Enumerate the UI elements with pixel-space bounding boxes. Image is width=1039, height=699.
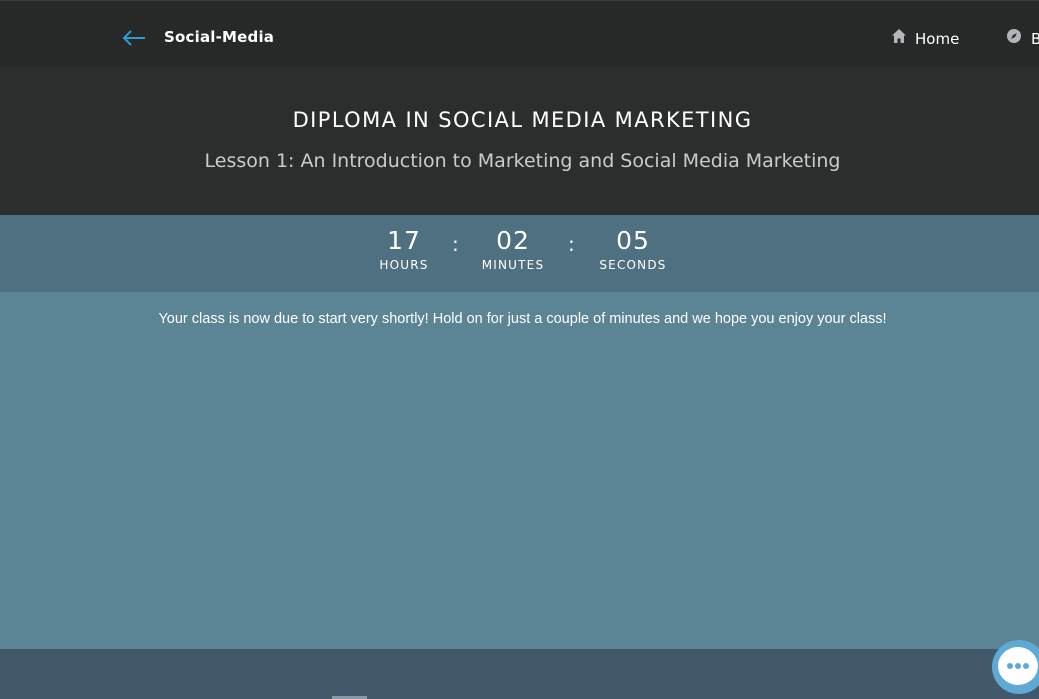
countdown-separator: : — [568, 232, 575, 256]
countdown-seconds: 05 SECONDS — [594, 226, 672, 273]
home-icon — [891, 28, 907, 49]
countdown-hours: 17 HOURS — [373, 226, 435, 273]
countdown-timer: 17 HOURS : 02 MINUTES : 05 SECONDS — [0, 215, 1039, 292]
nav-home-label: Home — [915, 29, 960, 48]
compass-icon — [1006, 28, 1022, 49]
seconds-value: 05 — [616, 226, 650, 255]
hours-label: HOURS — [379, 258, 429, 272]
countdown-separator: : — [452, 232, 459, 256]
brand-title[interactable]: Social-Media — [164, 28, 274, 46]
class-content-area: Your class is now due to start very shor… — [0, 292, 1039, 649]
nav-browse-link[interactable]: B — [1006, 28, 1039, 49]
course-title: DIPLOMA IN SOCIAL MEDIA MARKETING — [292, 108, 753, 132]
minutes-value: 02 — [496, 226, 530, 255]
footer-bar — [0, 649, 1039, 699]
course-header: DIPLOMA IN SOCIAL MEDIA MARKETING Lesson… — [0, 67, 1039, 215]
nav-browse-label: B — [1031, 29, 1039, 48]
lesson-title: Lesson 1: An Introduction to Marketing a… — [204, 150, 841, 172]
minutes-label: MINUTES — [481, 258, 545, 272]
top-navbar: Social-Media Home B — [0, 0, 1039, 67]
chat-button[interactable] — [992, 640, 1039, 694]
nav-home-link[interactable]: Home — [891, 28, 959, 49]
chat-bubble-icon — [998, 647, 1038, 685]
class-start-notice: Your class is now due to start very shor… — [158, 311, 887, 327]
seconds-label: SECONDS — [599, 258, 667, 272]
back-arrow-icon[interactable] — [122, 27, 146, 49]
countdown-minutes: 02 MINUTES — [477, 226, 549, 273]
hours-value: 17 — [387, 226, 421, 255]
